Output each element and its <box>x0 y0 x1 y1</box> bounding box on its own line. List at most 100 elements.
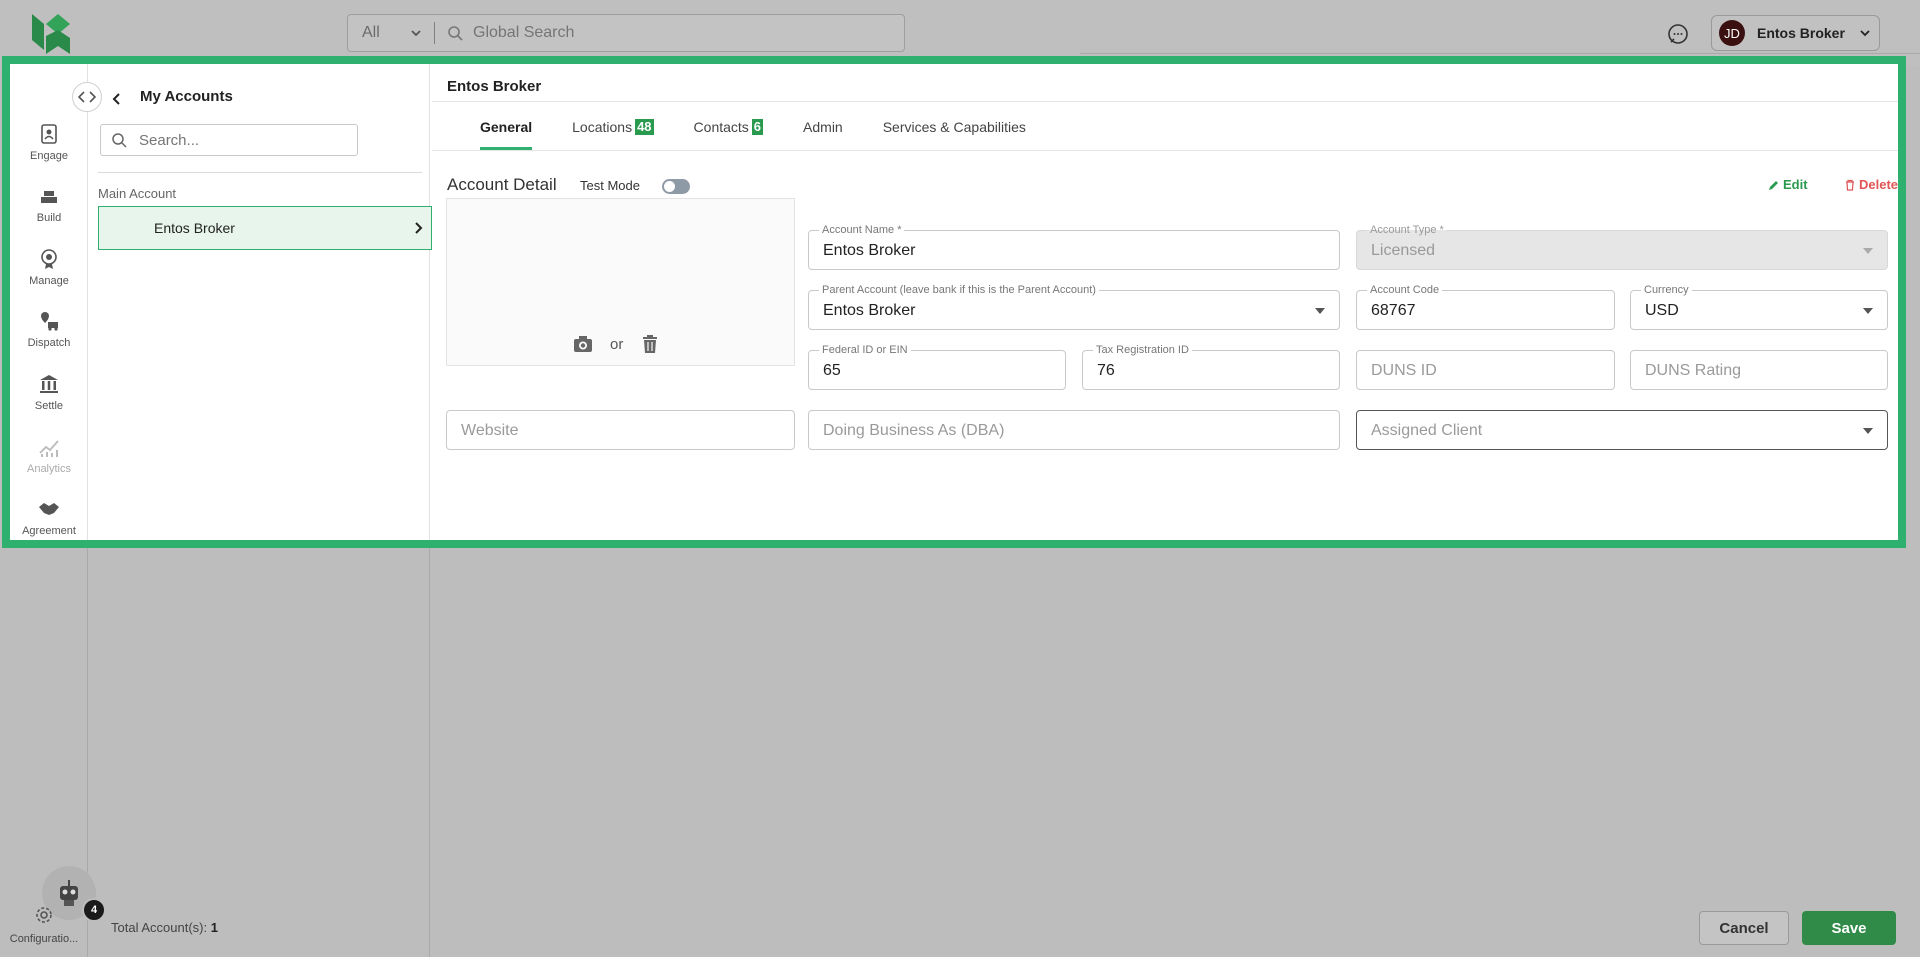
highlighted-account-panel: Engage Build Manage Dispatch Settle Anal… <box>2 56 1906 548</box>
assigned-client-select[interactable]: Assigned Client <box>1356 410 1888 450</box>
field-placeholder: Website <box>461 422 519 439</box>
tab-label: Services & Capabilities <box>882 119 1026 135</box>
tab-bar: General Locations 48 Contacts 6 Admin Serv… <box>480 112 1066 150</box>
account-code-field[interactable]: Account Code 68767 <box>1356 283 1615 330</box>
chevron-down-icon <box>1860 30 1870 37</box>
edit-button[interactable]: Edit <box>1768 177 1808 192</box>
field-value: Entos Broker <box>823 302 916 319</box>
account-name: Entos Broker <box>154 220 235 236</box>
field-label: Account Type * <box>1367 223 1447 237</box>
accounts-search-input[interactable] <box>139 131 339 149</box>
build-icon <box>41 191 57 203</box>
nav-item-settle[interactable]: Settle <box>10 372 88 412</box>
account-detail-panel: Entos Broker General Locations 48 Contact… <box>432 64 1898 540</box>
nav-label: Engage <box>30 150 68 162</box>
user-menu[interactable]: JD Entos Broker <box>1711 15 1880 51</box>
tab-locations[interactable]: Locations 48 <box>572 112 654 150</box>
field-value: Entos Broker <box>823 242 916 259</box>
global-search-input[interactable] <box>473 24 873 42</box>
total-accounts-value: 1 <box>210 920 218 935</box>
account-name-field[interactable]: Account Name * Entos Broker <box>808 223 1340 270</box>
cancel-button[interactable]: Cancel <box>1699 911 1789 945</box>
account-list-item[interactable]: Entos Broker <box>98 206 432 250</box>
save-button[interactable]: Save <box>1802 911 1896 945</box>
duns-rating-field[interactable]: DUNS Rating <box>1630 350 1888 390</box>
total-accounts: Total Account(s): 1 <box>111 920 218 935</box>
tab-contacts[interactable]: Contacts 6 <box>693 112 764 150</box>
back-arrow-icon[interactable] <box>110 92 124 106</box>
count-badge: 6 <box>751 119 764 135</box>
field-label: Parent Account (leave bank if this is th… <box>819 283 1099 297</box>
nav-label: Build <box>36 212 62 224</box>
nav-label: Dispatch <box>27 337 71 349</box>
divider <box>432 101 1898 102</box>
chat-icon[interactable] <box>1666 22 1690 46</box>
dropdown-caret-icon <box>1863 248 1873 254</box>
count-badge: 48 <box>635 119 654 135</box>
search-scope-value: All <box>362 24 380 41</box>
field-value: 68767 <box>1371 302 1416 319</box>
accounts-search <box>100 124 358 156</box>
nav-label: Analytics <box>26 463 72 475</box>
camera-icon[interactable] <box>572 333 594 355</box>
tab-general[interactable]: General <box>480 112 533 150</box>
field-placeholder: Assigned Client <box>1371 422 1483 439</box>
dba-field[interactable]: Doing Business As (DBA) <box>808 410 1340 450</box>
tab-admin[interactable]: Admin <box>803 112 843 150</box>
dispatch-icon <box>41 312 58 331</box>
website-field[interactable]: Website <box>446 410 795 450</box>
delete-label: Delete <box>1859 177 1899 192</box>
gear-icon <box>36 907 52 923</box>
field-placeholder: DUNS ID <box>1371 362 1437 379</box>
robot-mascot-icon <box>60 880 78 906</box>
agreement-icon <box>39 503 59 515</box>
side-nav: Engage Build Manage Dispatch Settle Anal… <box>10 64 88 540</box>
nav-item-agreement[interactable]: Agreement <box>10 497 88 537</box>
avatar: JD <box>1719 20 1745 46</box>
edit-label: Edit <box>1783 177 1808 192</box>
delete-button[interactable]: Delete <box>1844 177 1898 192</box>
trash-icon[interactable] <box>639 333 661 355</box>
tab-label: Admin <box>803 119 843 135</box>
field-value: 65 <box>823 362 841 379</box>
tax-registration-field[interactable]: Tax Registration ID 76 <box>1082 343 1340 390</box>
nav-item-engage[interactable]: Engage <box>10 122 88 162</box>
field-placeholder: Doing Business As (DBA) <box>823 422 1005 439</box>
nav-item-build[interactable]: Build <box>10 184 88 224</box>
nav-item-dispatch[interactable]: Dispatch <box>10 309 88 349</box>
logo-upload-area[interactable]: or <box>446 198 795 366</box>
test-mode-label: Test Mode <box>580 178 640 193</box>
section-title: Account Detail <box>447 175 557 194</box>
configuration-button[interactable]: Configuratio... <box>4 906 84 945</box>
search-divider <box>434 22 435 44</box>
accounts-title: My Accounts <box>140 88 233 105</box>
field-placeholder: DUNS Rating <box>1645 362 1742 379</box>
chevron-right-icon <box>415 222 423 234</box>
configuration-label: Configuratio... <box>9 933 79 945</box>
total-accounts-label: Total Account(s): <box>111 920 208 935</box>
currency-select[interactable]: Currency USD <box>1630 283 1888 330</box>
field-label: Federal ID or EIN <box>819 343 911 357</box>
nav-item-manage[interactable]: Manage <box>10 247 88 287</box>
global-search-bar: All <box>347 14 905 52</box>
federal-id-field[interactable]: Federal ID or EIN 65 <box>808 343 1066 390</box>
notification-badge: 4 <box>82 898 106 922</box>
manage-icon <box>41 249 57 269</box>
nav-item-analytics[interactable]: Analytics <box>10 435 88 475</box>
test-mode-toggle[interactable] <box>662 179 690 194</box>
analytics-icon <box>39 440 59 457</box>
nav-label: Agreement <box>22 525 76 537</box>
field-label: Currency <box>1641 283 1692 297</box>
divider <box>432 150 1898 151</box>
field-label: Tax Registration ID <box>1093 343 1192 357</box>
search-scope-select[interactable]: All <box>348 24 434 42</box>
parent-account-select[interactable]: Parent Account (leave bank if this is th… <box>808 283 1340 330</box>
tab-services-capabilities[interactable]: Services & Capabilities <box>883 112 1026 150</box>
dropdown-caret-icon <box>1863 308 1873 314</box>
trash-icon <box>1846 179 1854 191</box>
company-logo-icon[interactable] <box>30 10 72 58</box>
tab-label: Contacts <box>693 119 749 135</box>
duns-id-field[interactable]: DUNS ID <box>1356 350 1615 390</box>
main-account-label: Main Account <box>98 186 177 201</box>
chevron-down-icon <box>411 30 421 37</box>
